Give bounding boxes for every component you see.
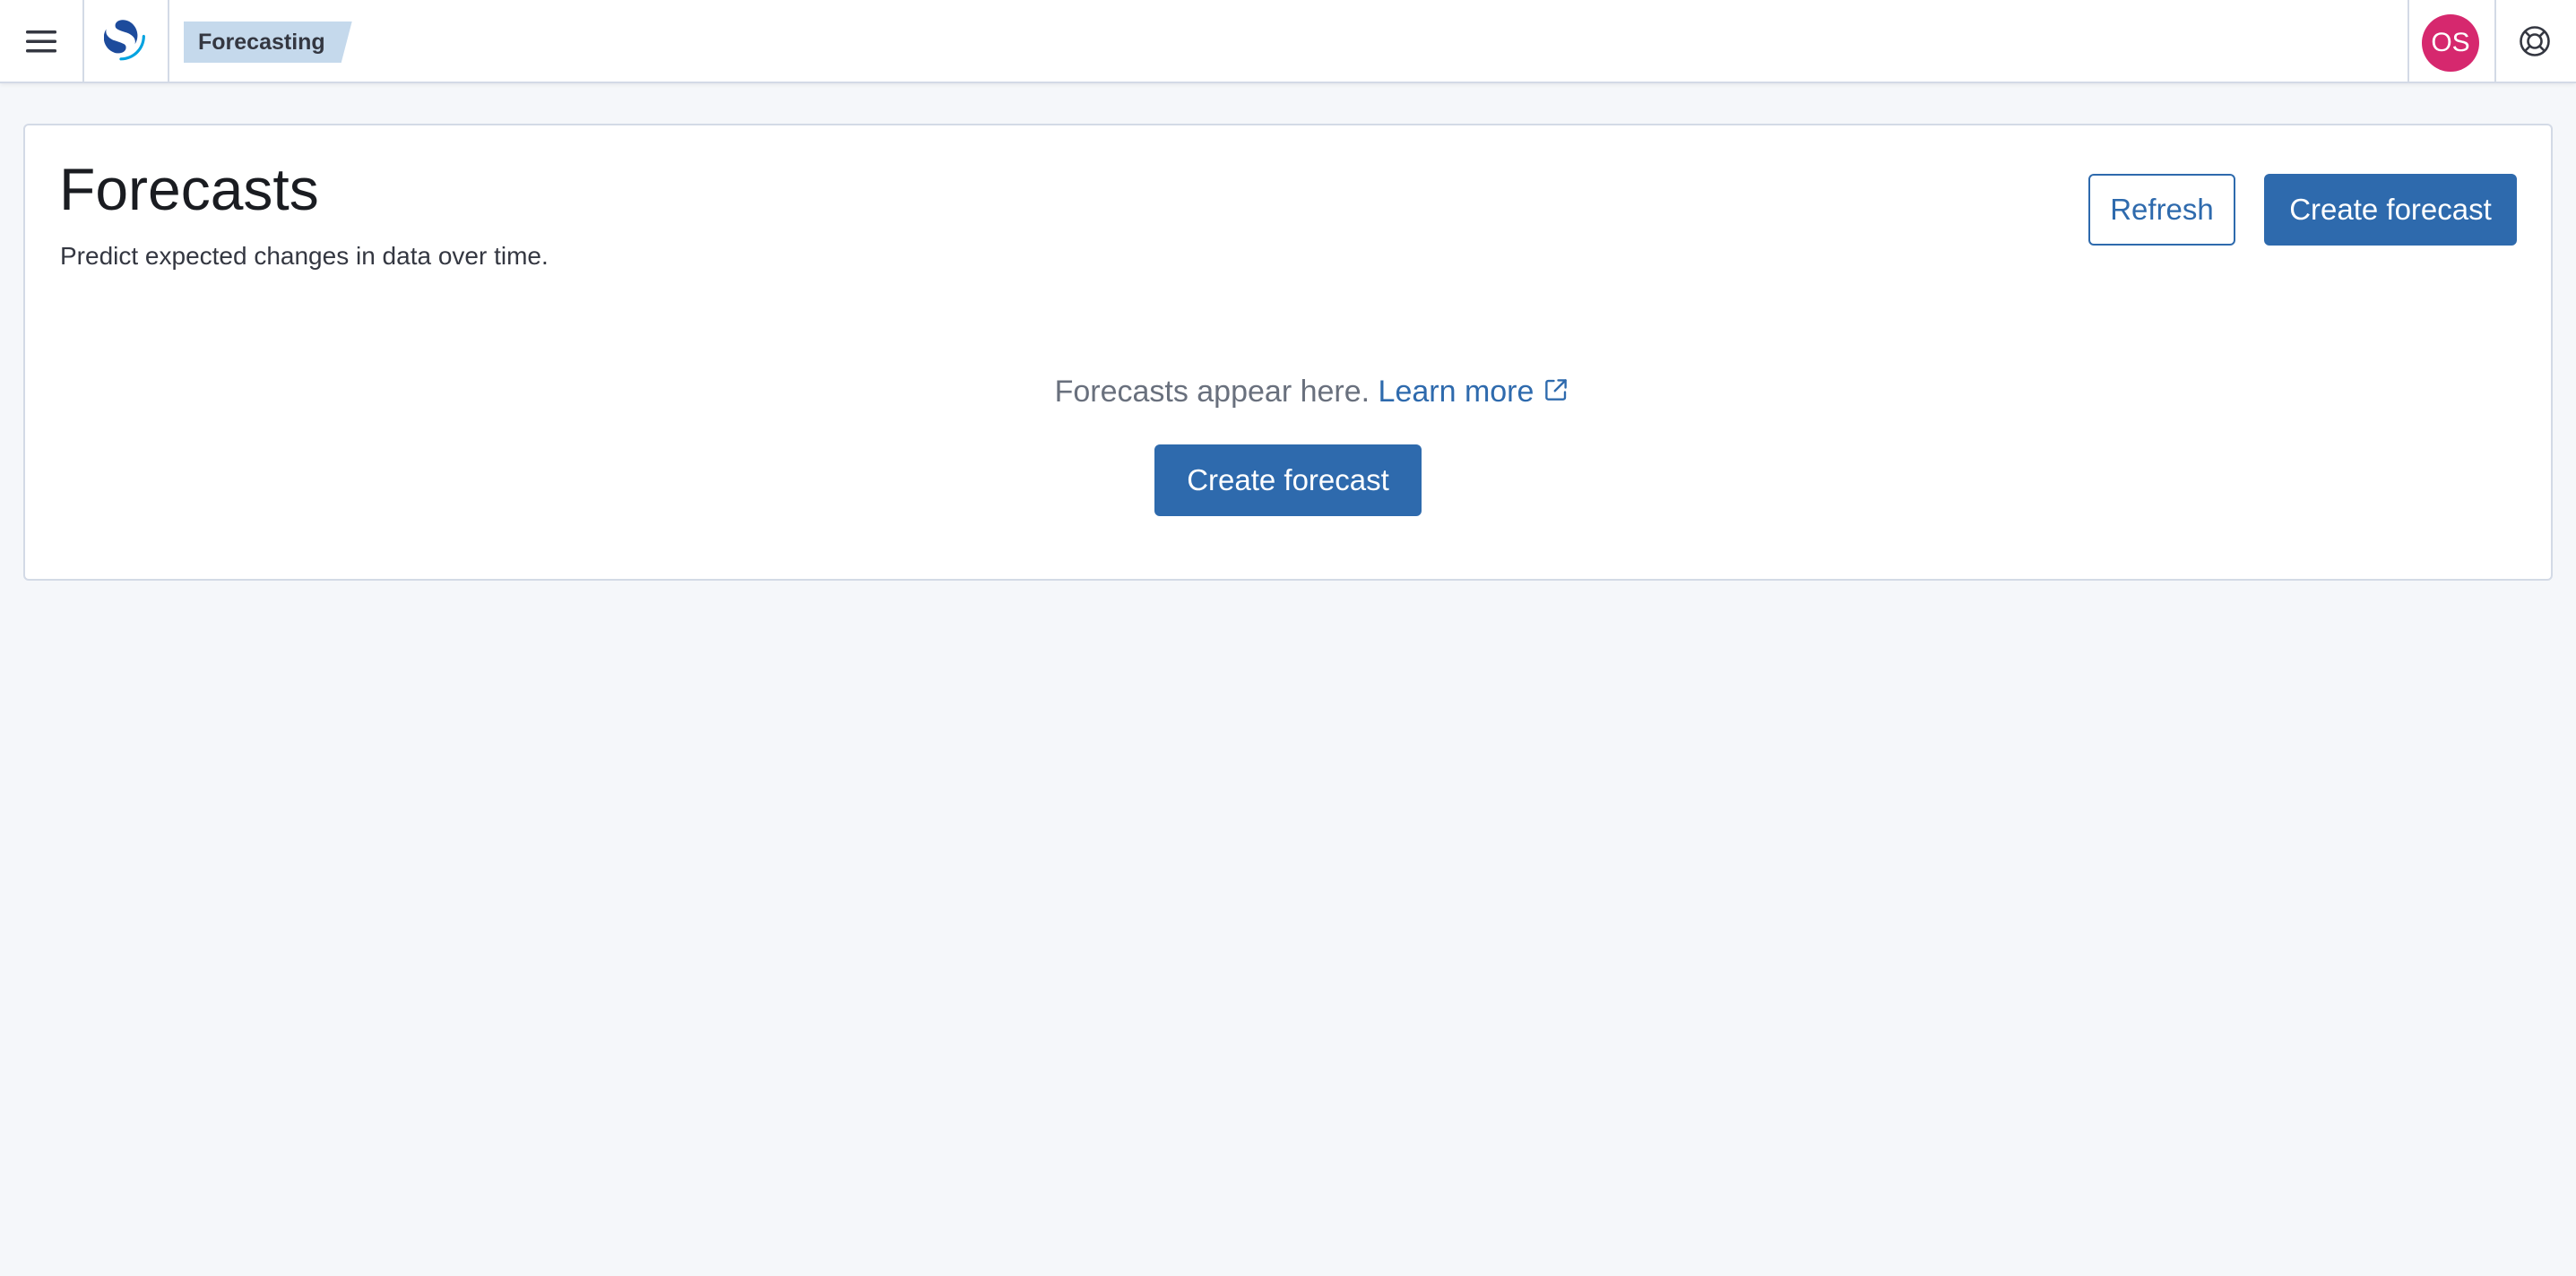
hamburger-icon [26,29,56,58]
external-link-icon [1543,376,1569,411]
page-title: Forecasts [59,156,319,222]
empty-state-text: Forecasts appear here. [1054,375,1370,409]
user-avatar[interactable]: OS [2422,14,2479,72]
header-divider [82,0,84,83]
top-header: Forecasting OS [0,0,2576,83]
learn-more-label: Learn more [1378,375,1534,409]
opensearch-logo-icon [103,19,145,65]
forecasts-panel: Forecasts Predict expected changes in da… [23,124,2553,581]
home-logo-link[interactable] [102,19,147,65]
create-forecast-button[interactable]: Create forecast [2264,174,2517,246]
empty-state-message: Forecasts appear here. Learn more [25,375,2551,411]
header-divider [2407,0,2409,83]
help-menu-button[interactable] [2515,23,2554,63]
breadcrumb-forecasting[interactable]: Forecasting [184,22,352,63]
refresh-button[interactable]: Refresh [2088,174,2235,246]
lifebuoy-icon [2519,25,2551,62]
page-subtitle: Predict expected changes in data over ti… [60,242,549,270]
menu-button[interactable] [16,18,66,68]
header-divider [168,0,169,83]
create-forecast-empty-button[interactable]: Create forecast [1154,444,1422,516]
learn-more-link[interactable]: Learn more [1379,375,1570,409]
header-divider [2494,0,2496,83]
